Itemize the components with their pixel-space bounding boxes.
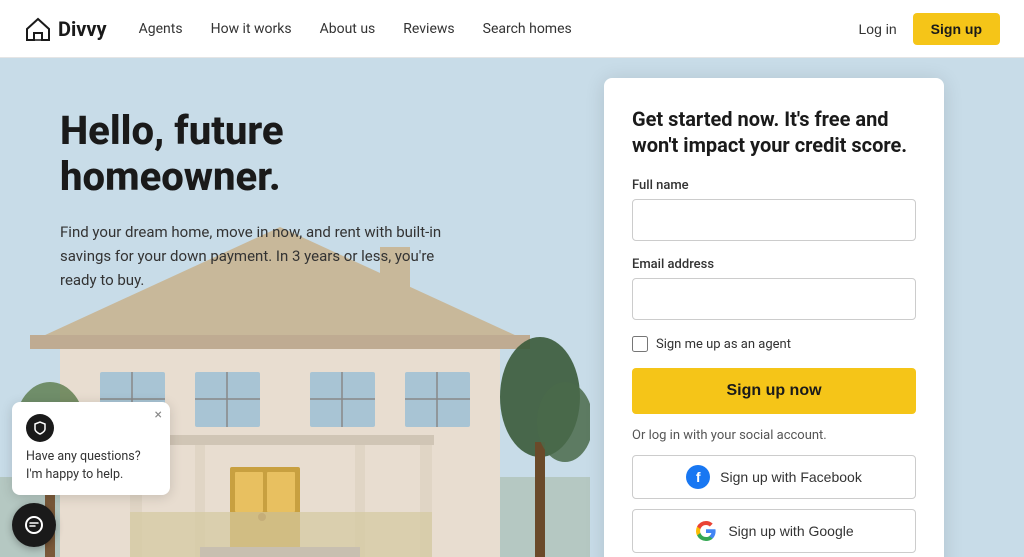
nav-reviews[interactable]: Reviews	[403, 21, 454, 37]
logo-icon	[24, 15, 52, 43]
google-icon	[694, 519, 718, 543]
logo[interactable]: Divvy	[24, 15, 107, 43]
agent-checkbox[interactable]	[632, 336, 648, 352]
hero-subtext: Find your dream home, move in now, and r…	[60, 220, 460, 292]
hero-section: Hello, future homeowner. Find your dream…	[0, 58, 1024, 557]
hero-left: Hello, future homeowner. Find your dream…	[0, 58, 520, 292]
facebook-btn-label: Sign up with Facebook	[720, 469, 862, 485]
signup-main-button[interactable]: Sign up now	[632, 368, 916, 414]
email-input[interactable]	[632, 278, 916, 320]
chat-bubble-icon	[23, 514, 45, 536]
google-signup-button[interactable]: Sign up with Google	[632, 509, 916, 553]
nav-agents[interactable]: Agents	[139, 21, 183, 37]
navbar: Divvy Agents How it works About us Revie…	[0, 0, 1024, 58]
chat-popup: Have any questions? I'm happy to help. ×	[12, 402, 170, 495]
chat-bubble-button[interactable]	[12, 503, 56, 547]
social-divider: Or log in with your social account.	[632, 428, 916, 443]
agent-checkbox-row: Sign me up as an agent	[632, 336, 916, 352]
nav-about-us[interactable]: About us	[320, 21, 376, 37]
logo-text: Divvy	[58, 17, 107, 41]
navbar-links: Agents How it works About us Reviews Sea…	[139, 21, 859, 37]
form-heading: Get started now. It's free and won't imp…	[632, 106, 916, 158]
chat-popup-icon	[26, 414, 54, 442]
signup-nav-button[interactable]: Sign up	[913, 13, 1000, 45]
full-name-label: Full name	[632, 178, 916, 193]
email-group: Email address	[632, 257, 916, 320]
full-name-group: Full name	[632, 178, 916, 241]
agent-checkbox-label[interactable]: Sign me up as an agent	[656, 337, 791, 352]
chat-close-button[interactable]: ×	[155, 408, 162, 422]
signup-form-panel: Get started now. It's free and won't imp…	[604, 78, 944, 557]
login-button[interactable]: Log in	[859, 21, 897, 37]
chat-message: Have any questions? I'm happy to help.	[26, 449, 141, 482]
email-label: Email address	[632, 257, 916, 272]
hero-headline: Hello, future homeowner.	[60, 108, 480, 200]
nav-how-it-works[interactable]: How it works	[211, 21, 292, 37]
facebook-icon: f	[686, 465, 710, 489]
facebook-signup-button[interactable]: f Sign up with Facebook	[632, 455, 916, 499]
nav-search-homes[interactable]: Search homes	[483, 21, 572, 37]
navbar-actions: Log in Sign up	[859, 13, 1000, 45]
chat-widget: Have any questions? I'm happy to help. ×	[12, 402, 170, 547]
full-name-input[interactable]	[632, 199, 916, 241]
google-btn-label: Sign up with Google	[728, 523, 853, 539]
